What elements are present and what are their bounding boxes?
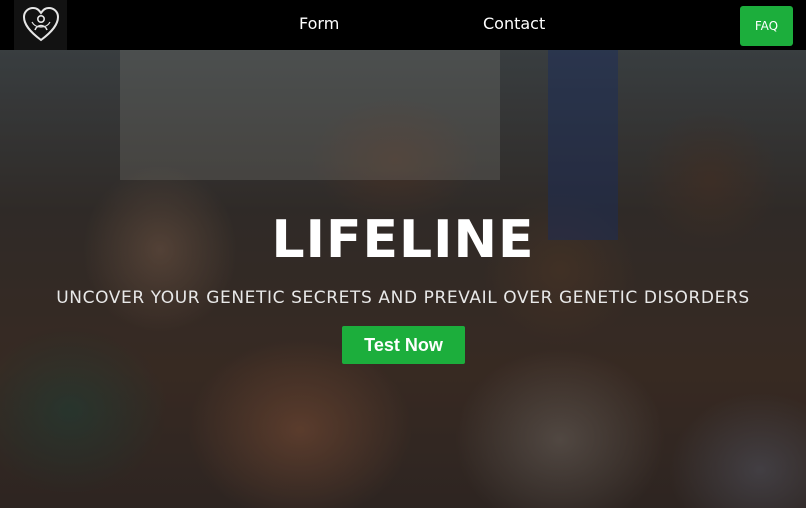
hero-subtitle: UNCOVER YOUR GENETIC SECRETS AND PREVAIL… (56, 288, 750, 308)
test-now-button[interactable]: Test Now (342, 326, 465, 364)
hero-overlay (0, 50, 806, 508)
logo[interactable] (14, 0, 67, 50)
faq-button[interactable]: FAQ (740, 6, 793, 46)
top-navbar: Form Contact FAQ (0, 0, 806, 50)
heart-figure-logo-icon (22, 6, 59, 42)
hero-section: LIFELINE UNCOVER YOUR GENETIC SECRETS AN… (0, 50, 806, 508)
nav-link-contact[interactable]: Contact (483, 14, 545, 33)
hero-title: LIFELINE (271, 210, 535, 270)
nav-link-form[interactable]: Form (299, 14, 339, 33)
